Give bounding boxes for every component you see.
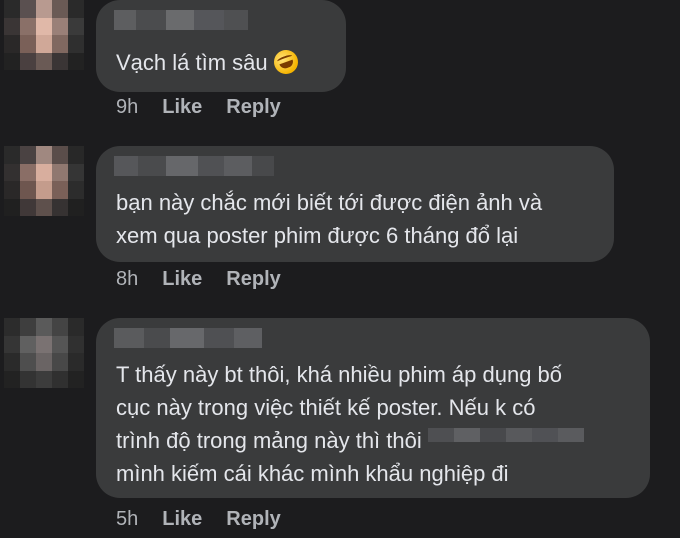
comment-text: T thấy này bt thôi, khá nhiều phim áp dụ… [116,358,584,490]
reply-button[interactable]: Reply [226,268,280,291]
author-name-blurred[interactable] [114,10,248,30]
censored-text-blurred [427,428,584,456]
timestamp[interactable]: 9h [116,96,138,119]
comment-bubble: bạn này chắc mới biết tới được điện ảnh … [96,146,614,262]
reply-button[interactable]: Reply [226,508,280,531]
timestamp[interactable]: 8h [116,268,138,291]
timestamp[interactable]: 5h [116,508,138,531]
avatar[interactable] [4,146,84,216]
comment-actions: 9h Like Reply [116,96,281,119]
comment-actions: 5h Like Reply [116,508,281,531]
comment-bubble: T thấy này bt thôi, khá nhiều phim áp dụ… [96,318,650,498]
author-name-blurred[interactable] [114,156,274,176]
like-button[interactable]: Like [162,508,202,531]
rolling-on-floor-laughing-icon [270,46,302,78]
like-button[interactable]: Like [162,96,202,119]
reply-button[interactable]: Reply [226,96,280,119]
like-button[interactable]: Like [162,268,202,291]
comment-bubble: Vạch lá tìm sâu [96,0,346,92]
comment-text: Vạch lá tìm sâu [116,46,302,79]
author-name-blurred[interactable] [114,328,262,348]
comment-text: bạn này chắc mới biết tới được điện ảnh … [116,190,543,248]
avatar[interactable] [4,0,84,70]
avatar[interactable] [4,318,84,388]
comment-actions: 8h Like Reply [116,268,281,291]
